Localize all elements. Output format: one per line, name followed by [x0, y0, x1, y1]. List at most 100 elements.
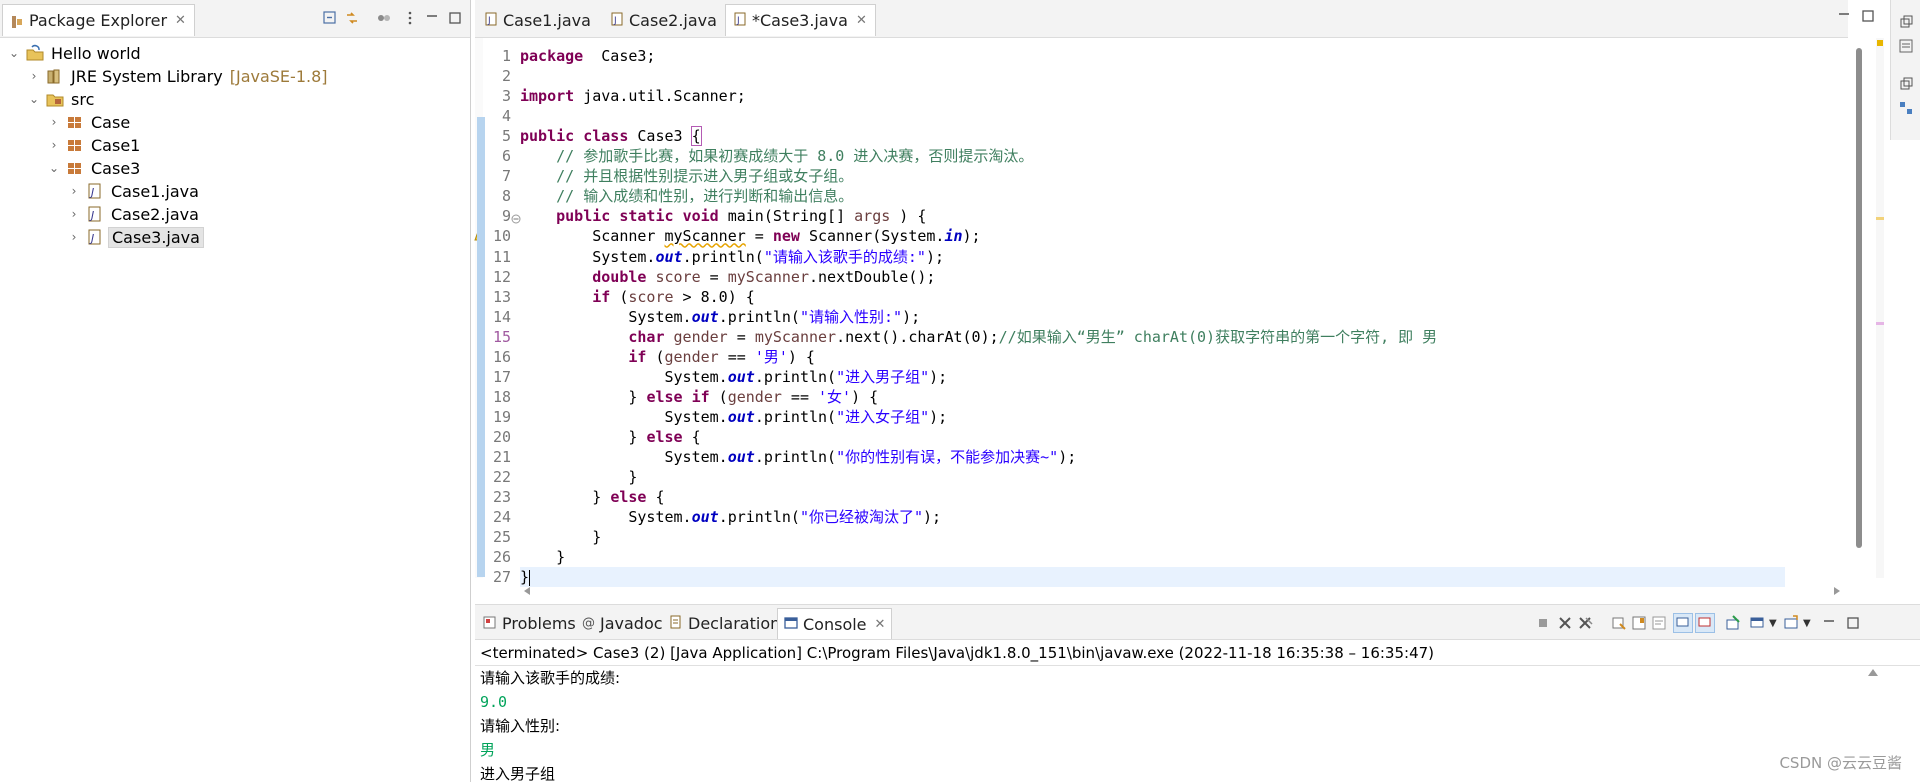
maximize-icon[interactable] — [1845, 615, 1861, 631]
code-token: Scanner(System. — [799, 227, 945, 246]
show-console-on-error-icon[interactable] — [1695, 613, 1715, 633]
code-line[interactable]: System.out.println("进入女子组"); — [520, 407, 947, 427]
tree-item[interactable]: › J Case2.java — [68, 203, 202, 225]
open-console-icon[interactable] — [1783, 615, 1799, 631]
occurrence-marker[interactable] — [1876, 322, 1884, 325]
code-token: .println( — [754, 448, 837, 466]
code-token: { — [690, 126, 702, 147]
tab-label: Console — [803, 614, 867, 634]
scroll-lock-icon[interactable] — [1631, 615, 1647, 631]
code-line[interactable]: System.out.println("请输入该歌手的成绩:"); — [520, 247, 944, 267]
view-menu-icon[interactable] — [402, 10, 418, 26]
code-token: myScanner — [727, 267, 809, 286]
chevron-right-icon[interactable]: › — [28, 69, 40, 83]
code-line[interactable]: package Case3; — [520, 46, 655, 66]
collapse-all-icon[interactable] — [322, 10, 338, 26]
code-line[interactable]: Scanner myScanner = new Scanner(System.i… — [520, 226, 980, 246]
link-with-editor-icon[interactable] — [344, 10, 360, 26]
code-line[interactable]: System.out.println("请输入性别:"); — [520, 307, 920, 327]
remove-all-terminated-icon[interactable] — [1577, 615, 1593, 631]
chevron-right-icon[interactable]: › — [68, 207, 80, 221]
warning-marker[interactable] — [1877, 40, 1883, 46]
code-line[interactable]: System.out.println("你的性别有误，不能参加决赛~"); — [520, 447, 1076, 467]
code-line[interactable]: } else { — [520, 487, 664, 507]
editor-minimize-icon[interactable] — [1836, 8, 1852, 24]
warning-marker[interactable] — [1876, 217, 1884, 220]
line-number: 23 — [492, 488, 511, 507]
tree-item[interactable]: ⌄ Hello world — [8, 42, 144, 64]
tree-item[interactable]: › J Case3.java — [68, 226, 204, 248]
restore-icon[interactable] — [1898, 76, 1914, 92]
code-line[interactable]: double score = myScanner.nextDouble(); — [520, 267, 935, 287]
minimize-icon[interactable] — [424, 10, 440, 26]
tab-declaration[interactable]: Declaration — [663, 608, 786, 639]
tab-case3-java[interactable]: J *Case3.java ✕ — [725, 4, 876, 36]
editor-maximize-icon[interactable] — [1860, 8, 1876, 24]
tab-case1-java[interactable]: J Case1.java — [477, 4, 599, 36]
tree-item[interactable]: ⌄ src — [28, 88, 97, 110]
code-token: } — [520, 387, 647, 406]
code-line[interactable]: } — [520, 527, 601, 547]
code-token: "请输入该歌手的成绩:" — [763, 247, 926, 266]
chevron-down-icon[interactable]: ▼ — [1769, 618, 1777, 629]
tree-item[interactable]: › JRE System Library [JavaSE-1.8] — [28, 65, 328, 87]
code-token: } — [520, 427, 647, 446]
chevron-right-icon[interactable]: › — [48, 115, 60, 129]
close-icon[interactable]: ✕ — [175, 13, 186, 28]
tree-item[interactable]: ⌄ Case3 — [48, 157, 143, 179]
display-selected-console-icon[interactable] — [1749, 615, 1765, 631]
chevron-down-icon[interactable]: ⌄ — [48, 161, 60, 175]
outline-view-icon[interactable] — [1898, 38, 1914, 54]
minimize-icon[interactable] — [1821, 615, 1837, 631]
code-line[interactable]: } else { — [520, 427, 700, 447]
editor-vertical-scrollbar[interactable] — [1856, 48, 1862, 548]
tab-case2-java[interactable]: J Case2.java — [603, 4, 725, 36]
tree-item[interactable]: › J Case1.java — [68, 180, 202, 202]
code-line[interactable]: char gender = myScanner.next().charAt(0)… — [520, 327, 1437, 347]
line-number: 15 — [492, 327, 511, 346]
chevron-down-icon[interactable]: ▼ — [1803, 618, 1811, 629]
restore-icon[interactable] — [1898, 14, 1914, 30]
code-line[interactable]: public class Case3 { — [520, 126, 702, 147]
chevron-down-icon[interactable]: ⌄ — [28, 92, 40, 106]
close-icon[interactable]: ✕ — [875, 617, 886, 632]
code-line[interactable]: } — [520, 547, 565, 567]
show-console-on-output-icon[interactable] — [1673, 613, 1693, 633]
code-editor[interactable]: package Case3; import java.util.Scanner; p… — [520, 38, 1830, 588]
code-line[interactable]: } — [520, 467, 637, 487]
remove-launch-icon[interactable] — [1557, 615, 1573, 631]
code-line[interactable]: public static void main(String[] args ) … — [520, 206, 926, 226]
chevron-right-icon[interactable]: › — [68, 230, 80, 244]
editor-horizontal-scrollbar[interactable] — [522, 584, 1842, 598]
filter-icon[interactable] — [376, 10, 392, 26]
code-line[interactable]: System.out.println("进入男子组"); — [520, 367, 947, 387]
word-wrap-icon[interactable] — [1651, 615, 1667, 631]
terminate-icon[interactable] — [1535, 615, 1551, 631]
tree-item[interactable]: › Case — [48, 111, 133, 133]
tab-package-explorer[interactable]: Package Explorer ✕ — [2, 4, 195, 36]
code-line[interactable]: if (gender == '男') { — [520, 347, 815, 367]
chevron-down-icon[interactable]: ⌄ — [8, 46, 20, 60]
tab-console[interactable]: Console ✕ — [777, 608, 893, 639]
chevron-right-icon[interactable]: › — [68, 184, 80, 198]
code-line[interactable]: import java.util.Scanner; — [520, 86, 746, 106]
maximize-icon[interactable] — [447, 10, 463, 26]
pin-console-icon[interactable] — [1725, 615, 1741, 631]
tab-problems[interactable]: Problems — [477, 608, 582, 639]
task-list-icon[interactable] — [1898, 100, 1914, 116]
clear-console-icon[interactable] — [1611, 615, 1627, 631]
code-line[interactable]: // 参加歌手比赛，如果初赛成绩大于 8.0 进入决赛，否则提示淘汰。 — [520, 146, 1033, 166]
java-file-icon: J — [86, 182, 104, 200]
code-line[interactable]: // 并且根据性别提示进入男子组或女子组。 — [520, 166, 853, 186]
code-line[interactable]: } else if (gender == '女') { — [520, 387, 878, 407]
code-line[interactable]: // 输入成绩和性别，进行判断和输出信息。 — [520, 186, 853, 206]
tree-item[interactable]: › Case1 — [48, 134, 143, 156]
console-output[interactable]: 请输入该歌手的成绩: 9.0 请输入性别: 男进入男子组 — [480, 666, 1880, 782]
close-icon[interactable]: ✕ — [856, 13, 867, 28]
code-line[interactable]: System.out.println("你已经被淘汰了"); — [520, 507, 941, 527]
code-line[interactable]: if (score > 8.0) { — [520, 287, 755, 307]
tab-javadoc[interactable]: @ Javadoc — [576, 608, 669, 639]
chevron-right-icon[interactable]: › — [48, 138, 60, 152]
